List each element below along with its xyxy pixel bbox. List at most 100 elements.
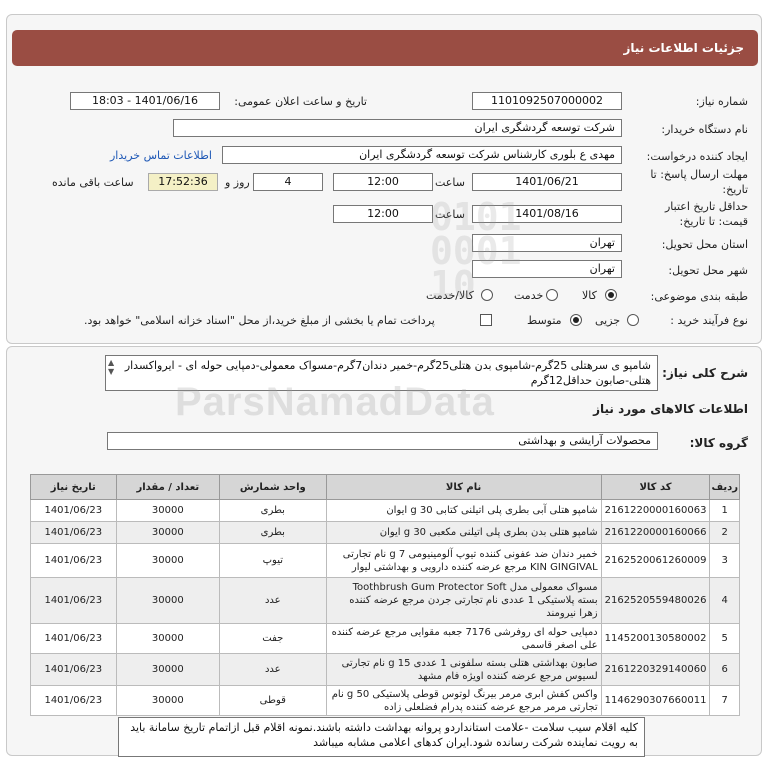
remaining-timer: 17:52:36 — [148, 173, 218, 191]
goods-group-field: محصولات آرایشی و بهداشتی — [107, 432, 658, 450]
cell-date: 1401/06/23 — [30, 543, 117, 578]
process-option-minor: جزیی — [595, 314, 621, 327]
table-row: 6 2161220329140060 صابون بهداشتی هتلی بس… — [30, 653, 740, 686]
days-label: روز و — [225, 176, 250, 189]
cell-qty: 30000 — [115, 623, 221, 654]
table-row: 1 2161220000160063 شامپو هتلی آبی بطری پ… — [30, 499, 740, 522]
process-option-medium: متوسط — [527, 314, 562, 327]
cell-date: 1401/06/23 — [30, 577, 117, 624]
validity-label: حداقل تاریخ اعتبار — [664, 200, 748, 213]
description-label: شرح کلی نیاز: — [662, 366, 748, 380]
process-radio-medium[interactable] — [570, 314, 582, 326]
cell-name: دمپایی حوله ای روفرشی 7176 جعبه مقوایی م… — [325, 623, 602, 654]
cell-unit: قوطی — [219, 685, 327, 716]
col-row: ردیف — [709, 474, 740, 500]
city-label: شهر محل تحویل: — [668, 264, 748, 277]
table-header-row: ردیف کد کالا نام کالا واحد شمارش تعداد /… — [30, 474, 740, 500]
cell-name: واکس کفش ابری مرمر بیرنگ لوتوس قوطی پلاس… — [325, 685, 602, 716]
province-label: استان محل تحویل: — [661, 238, 748, 251]
cell-code: 2162520061260009 — [600, 543, 711, 578]
table-row: 3 2162520061260009 خمیر دندان ضد عفونی ک… — [30, 543, 740, 578]
need-number-label: شماره نیاز: — [695, 95, 748, 108]
treasury-text: پرداخت تمام یا بخشی از مبلغ خرید،از محل … — [84, 314, 435, 327]
buyer-field: شرکت توسعه گردشگری ایران — [173, 119, 622, 137]
cell-name: خمیر دندان ضد عفونی کننده تیوپ آلومینیوم… — [325, 543, 602, 578]
cell-row: 3 — [709, 543, 740, 578]
cell-row: 7 — [709, 685, 740, 716]
cell-qty: 30000 — [115, 577, 221, 624]
watermark-brand: ParsNamadData — [175, 380, 495, 424]
cell-date: 1401/06/23 — [30, 499, 117, 522]
cell-row: 6 — [709, 653, 740, 686]
creator-label: ایجاد کننده درخواست: — [646, 150, 748, 163]
goods-section-title: اطلاعات کالاهای مورد نیاز — [593, 402, 748, 416]
resize-icon: ▲ ▼ — [108, 358, 115, 376]
goods-group-label: گروه کالا: — [689, 436, 748, 450]
table-row: 5 1145200130580002 دمپایی حوله ای روفرشی… — [30, 623, 740, 654]
watermark-number: 0101 0001 10 — [430, 195, 522, 307]
cell-date: 1401/06/23 — [30, 653, 117, 686]
cell-code: 2161220000160066 — [600, 521, 711, 544]
cell-code: 1146290307660011 — [600, 685, 711, 716]
cell-name: صابون بهداشتی هتلی بسته سلفونی 1 عددی 15… — [325, 653, 602, 686]
cell-row: 4 — [709, 577, 740, 624]
cell-qty: 30000 — [115, 521, 221, 544]
treasury-checkbox[interactable] — [480, 314, 492, 326]
goods-table: ردیف کد کالا نام کالا واحد شمارش تعداد /… — [30, 474, 740, 716]
buyer-label: نام دستگاه خریدار: — [661, 123, 748, 136]
process-label: نوع فرآیند خرید : — [670, 314, 748, 327]
cell-name: شامپو هتلی آبی بطری پلی اتیلنی کتابی 30 … — [325, 499, 602, 522]
cell-unit: جفت — [219, 623, 327, 654]
cell-unit: بطری — [219, 521, 327, 544]
buyer-notes-field: کلیه اقلام سیب سلامت -علامت استانداردو پ… — [118, 717, 645, 757]
cell-code: 2161220329140060 — [600, 653, 711, 686]
cell-date: 1401/06/23 — [30, 623, 117, 654]
cell-unit: تیوپ — [219, 543, 327, 578]
cell-qty: 30000 — [115, 499, 221, 522]
deadline-date-field: 1401/06/21 — [472, 173, 622, 191]
category-option-goods: کالا — [582, 289, 597, 302]
col-date: تاریخ نیاز — [30, 474, 117, 500]
page-title: جزئیات اطلاعات نیاز — [12, 30, 758, 66]
deadline-time-field: 12:00 — [333, 173, 433, 191]
table-row: 2 2161220000160066 شامپو هتلی بدن بطری پ… — [30, 521, 740, 544]
category-label: طبقه بندی موضوعی: — [650, 290, 748, 303]
cell-unit: عدد — [219, 653, 327, 686]
table-row: 7 1146290307660011 واکس کفش ابری مرمر بی… — [30, 685, 740, 716]
table-row: 4 2162520559480026 مسواک معمولی مدل Toot… — [30, 577, 740, 624]
deadline-label-2: تاریخ: — [722, 183, 748, 196]
cell-code: 2161220000160063 — [600, 499, 711, 522]
category-radio-service[interactable] — [546, 289, 558, 301]
cell-code: 2162520559480026 — [600, 577, 711, 624]
announce-field: 1401/06/16 - 18:03 — [70, 92, 220, 110]
deadline-label: مهلت ارسال پاسخ: تا — [650, 168, 748, 181]
col-qty: تعداد / مقدار — [115, 474, 221, 500]
cell-row: 1 — [709, 499, 740, 522]
validity-time-field: 12:00 — [333, 205, 433, 223]
process-radio-minor[interactable] — [627, 314, 639, 326]
cell-code: 1145200130580002 — [600, 623, 711, 654]
cell-name: شامپو هتلی بدن بطری پلی اتیلنی مکعبی 30 … — [325, 521, 602, 544]
cell-row: 2 — [709, 521, 740, 544]
deadline-time-label: ساعت — [435, 176, 465, 189]
cell-name: مسواک معمولی مدل Toothbrush Gum Protecto… — [325, 577, 602, 624]
col-unit: واحد شمارش — [219, 474, 327, 500]
announce-label: تاریخ و ساعت اعلان عمومی: — [234, 95, 367, 108]
creator-field: مهدی ع بلوری کارشناس شرکت توسعه گردشگری … — [222, 146, 622, 164]
cell-date: 1401/06/23 — [30, 521, 117, 544]
cell-unit: بطری — [219, 499, 327, 522]
category-radio-goods[interactable] — [605, 289, 617, 301]
col-name: نام کالا — [325, 474, 602, 500]
cell-qty: 30000 — [115, 685, 221, 716]
buyer-contact-link[interactable]: اطلاعات تماس خریدار — [110, 149, 212, 162]
cell-qty: 30000 — [115, 653, 221, 686]
need-number-field: 1101092507000002 — [472, 92, 622, 110]
cell-unit: عدد — [219, 577, 327, 624]
cell-qty: 30000 — [115, 543, 221, 578]
cell-row: 5 — [709, 623, 740, 654]
remaining-label: ساعت باقی مانده — [52, 176, 134, 189]
cell-date: 1401/06/23 — [30, 685, 117, 716]
days-remaining-field: 4 — [253, 173, 323, 191]
col-code: کد کالا — [600, 474, 711, 500]
validity-label-2: قیمت: تا تاریخ: — [679, 215, 748, 228]
